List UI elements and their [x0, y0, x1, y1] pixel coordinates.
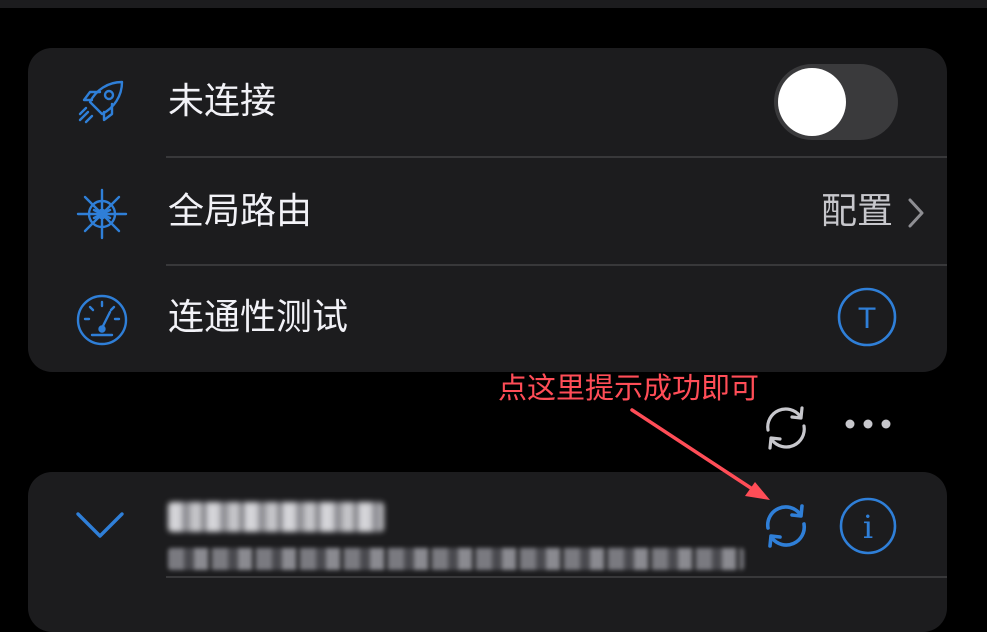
chevron-right-icon: [908, 198, 924, 228]
global-routing-label: 全局路由: [168, 191, 313, 232]
update-subscription-button[interactable]: [758, 498, 814, 554]
refresh-icon[interactable]: [758, 400, 814, 456]
subscription-url-redacted: [168, 548, 744, 570]
subscription-name-redacted: [168, 502, 384, 532]
settings-card: 未连接 全局路由 配置 连通性测试 T: [28, 48, 947, 372]
subscription-card: i: [28, 472, 947, 632]
connection-toggle[interactable]: [774, 64, 898, 140]
connectivity-test-row: 连通性测试 T: [28, 264, 947, 372]
divider: [166, 576, 947, 578]
top-bar: [0, 0, 987, 8]
connection-label: 未连接: [168, 81, 277, 122]
chevron-down-icon[interactable]: [74, 508, 126, 542]
test-button-label: T: [858, 302, 876, 335]
rocket-icon: [78, 80, 124, 124]
speedometer-icon: [76, 294, 128, 346]
connection-row: 未连接: [28, 48, 947, 156]
global-routing-row[interactable]: 全局路由 配置: [28, 158, 947, 266]
annotation-text: 点这里提示成功即可: [498, 371, 760, 405]
config-value: 配置: [820, 191, 893, 232]
ship-wheel-icon: [76, 188, 128, 240]
toggle-knob: [778, 68, 846, 136]
more-icon[interactable]: [840, 404, 896, 444]
info-glyph: i: [863, 508, 873, 546]
connectivity-test-label: 连通性测试: [168, 297, 349, 338]
info-icon[interactable]: i: [838, 496, 898, 556]
test-button[interactable]: T: [836, 286, 898, 348]
